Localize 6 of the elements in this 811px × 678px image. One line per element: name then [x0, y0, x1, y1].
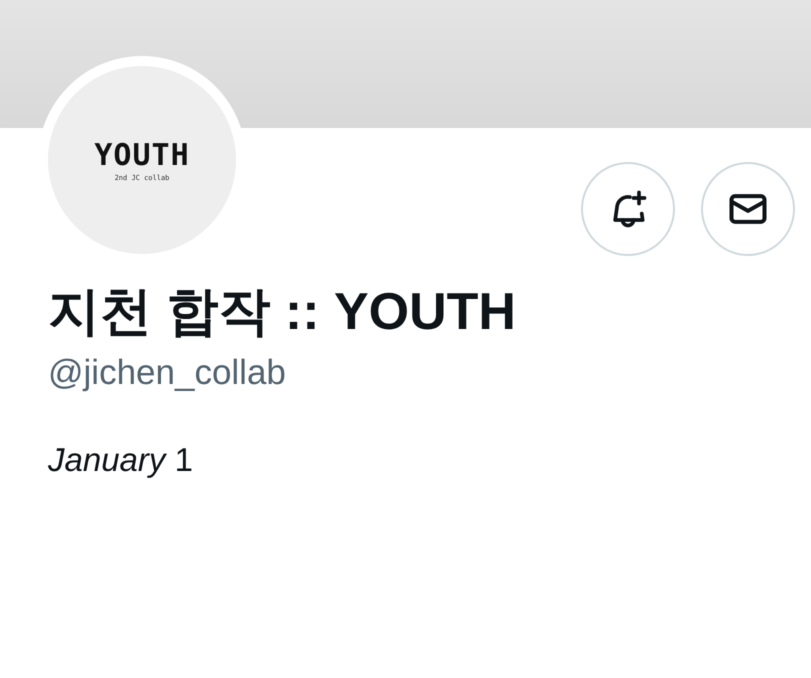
display-name: 지천 합작 :: YOUTH: [48, 282, 517, 343]
notification-button[interactable]: [581, 162, 675, 256]
profile-bio: January 1: [48, 440, 194, 480]
profile-handle: @jichen_collab: [48, 352, 287, 394]
message-button[interactable]: [701, 162, 795, 256]
avatar-title: YOUTH: [94, 140, 190, 170]
